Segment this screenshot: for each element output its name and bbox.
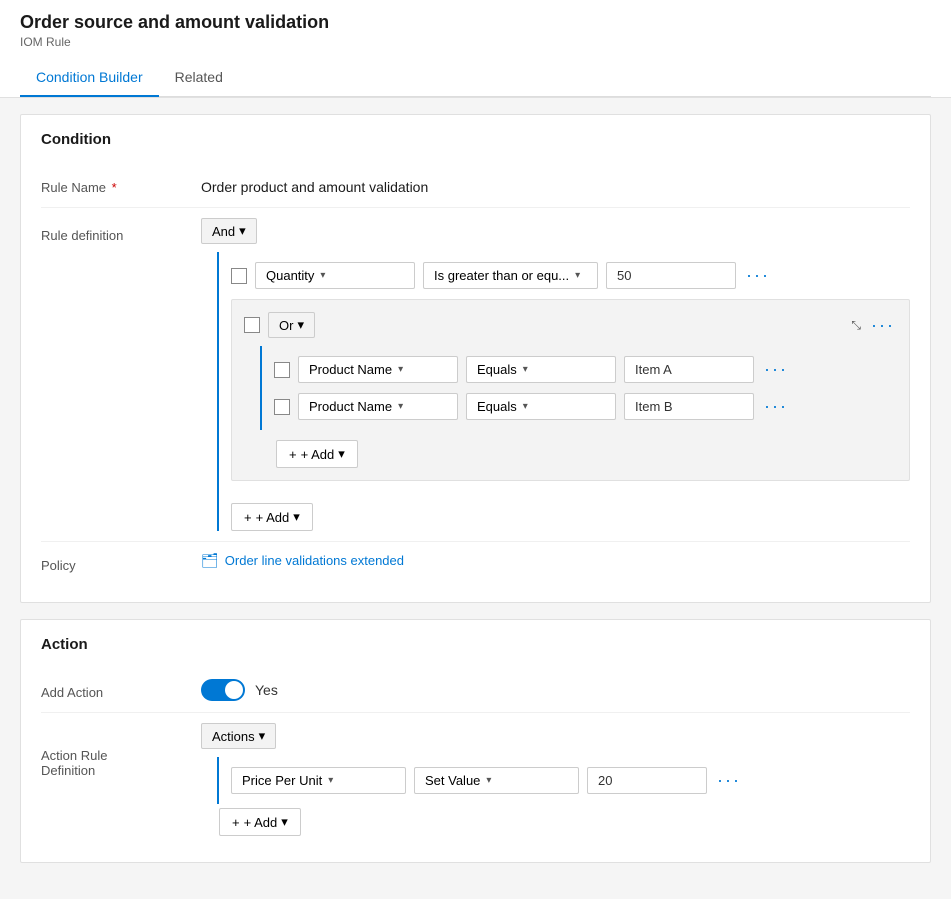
inner-add-chevron-icon: ▾ xyxy=(338,446,345,462)
product-1-field-chevron: ▾ xyxy=(398,364,403,375)
policy-link[interactable]: 🗂 Order line validations extended xyxy=(201,552,404,569)
product-2-operator-chevron: ▾ xyxy=(523,401,528,412)
or-operator-button[interactable]: Or ▾ xyxy=(268,312,315,338)
inner-add-button[interactable]: + + Add ▾ xyxy=(276,440,358,468)
product-name-2-more-button[interactable]: ··· xyxy=(762,396,790,417)
quantity-checkbox[interactable] xyxy=(231,268,247,284)
product-name-1-operator-dropdown[interactable]: Equals ▾ xyxy=(466,356,616,383)
product-name-1-checkbox[interactable] xyxy=(274,362,290,378)
or-group-more-button[interactable]: ··· xyxy=(869,315,897,336)
or-chevron-icon: ▾ xyxy=(297,317,304,333)
quantity-operator-chevron: ▾ xyxy=(575,270,580,281)
product-1-operator-chevron: ▾ xyxy=(523,364,528,375)
product-name-1-more-button[interactable]: ··· xyxy=(762,359,790,380)
and-operator-button[interactable]: And ▾ xyxy=(201,218,257,244)
action-rule-label: Action Rule Definition xyxy=(41,748,107,778)
or-group-checkbox[interactable] xyxy=(244,317,260,333)
set-value-operator-dropdown[interactable]: Set Value ▾ xyxy=(414,767,579,794)
required-indicator: * xyxy=(112,180,117,195)
policy-icon: 🗂 xyxy=(201,552,219,569)
outer-add-chevron-icon: ▾ xyxy=(293,509,300,525)
inner-add-plus-icon: + xyxy=(289,447,297,462)
quantity-field-dropdown[interactable]: Quantity ▾ xyxy=(255,262,415,289)
action-add-plus-icon: + xyxy=(232,815,240,830)
policy-label: Policy xyxy=(41,558,76,573)
actions-chevron-icon: ▾ xyxy=(259,728,266,744)
price-per-unit-field-dropdown[interactable]: Price Per Unit ▾ xyxy=(231,767,406,794)
actions-operator-button[interactable]: Actions ▾ xyxy=(201,723,276,749)
action-add-button[interactable]: + + Add ▾ xyxy=(219,808,301,836)
action-row-more-button[interactable]: ··· xyxy=(715,770,743,791)
quantity-field-chevron: ▾ xyxy=(320,270,325,281)
rule-name-value: Order product and amount validation xyxy=(201,174,910,195)
rule-definition-label: Rule definition xyxy=(41,228,123,243)
action-section-title: Action xyxy=(41,636,910,653)
product-name-1-field-dropdown[interactable]: Product Name ▾ xyxy=(298,356,458,383)
action-add-chevron-icon: ▾ xyxy=(281,814,288,830)
product-name-2-operator-dropdown[interactable]: Equals ▾ xyxy=(466,393,616,420)
and-chevron-icon: ▾ xyxy=(239,223,246,239)
tab-related[interactable]: Related xyxy=(159,59,239,97)
product-name-2-field-dropdown[interactable]: Product Name ▾ xyxy=(298,393,458,420)
quantity-more-button[interactable]: ··· xyxy=(744,265,772,286)
page-title: Order source and amount validation xyxy=(20,12,931,33)
action-value-field[interactable]: 20 xyxy=(587,767,707,794)
quantity-value-field[interactable]: 50 xyxy=(606,262,736,289)
rule-name-label: Rule Name xyxy=(41,180,106,195)
product-name-2-checkbox[interactable] xyxy=(274,399,290,415)
outer-add-plus-icon: + xyxy=(244,510,252,525)
quantity-operator-dropdown[interactable]: Is greater than or equ... ▾ xyxy=(423,262,598,289)
product-name-1-value-field[interactable]: Item A xyxy=(624,356,754,383)
add-action-value: Yes xyxy=(255,682,278,698)
tab-condition-builder[interactable]: Condition Builder xyxy=(20,59,159,97)
or-collapse-icon[interactable]: ⤡ xyxy=(851,318,861,333)
product-2-field-chevron: ▾ xyxy=(398,401,403,412)
page-subtitle: IOM Rule xyxy=(20,35,931,49)
price-field-chevron: ▾ xyxy=(328,775,333,786)
set-value-chevron: ▾ xyxy=(486,775,491,786)
product-name-2-value-field[interactable]: Item B xyxy=(624,393,754,420)
add-action-label: Add Action xyxy=(41,685,103,700)
add-action-toggle[interactable] xyxy=(201,679,245,701)
outer-add-button[interactable]: + + Add ▾ xyxy=(231,503,313,531)
condition-section-title: Condition xyxy=(41,131,910,148)
